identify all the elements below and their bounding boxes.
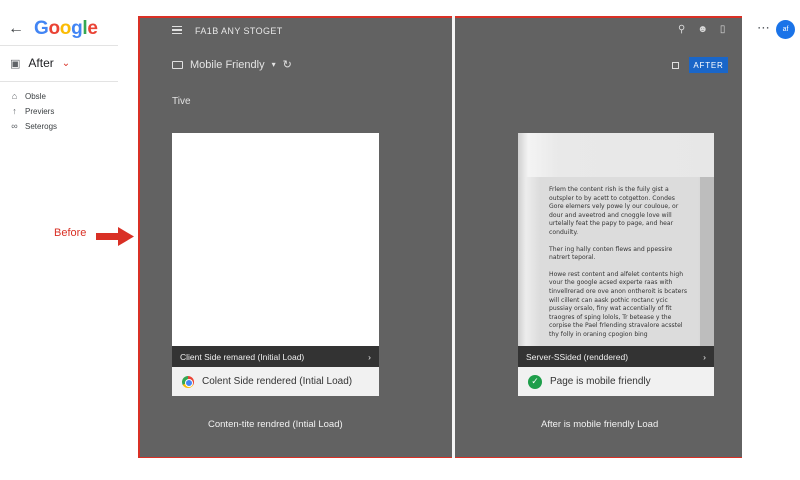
avatar[interactable]: af [776,20,795,39]
refresh-icon[interactable]: ↻ [283,58,292,71]
article-paragraph: Ther ing hally conten flews and ppessire… [549,245,673,262]
document-icon: ▣ [10,57,21,70]
tab-tive[interactable]: Tive [172,96,191,107]
article-paragraph: Frlem the content rish is the fuily gist… [549,186,679,236]
mode-label: Mobile Friendly [190,58,265,71]
after-button[interactable]: AFTER [689,57,728,73]
arrow-left-icon[interactable]: ← [8,21,24,37]
client-side-bar[interactable]: Client Side remared (Initial Load) › [172,346,379,367]
search-icon[interactable]: ⚲ [678,24,685,35]
article-paragraph: Howe rest content and alfelet contents h… [549,270,688,338]
home-icon: ⌂ [11,91,18,101]
sidebar-item-seterogs[interactable]: ∞ Seterogs [10,121,57,131]
sidebar-divider [0,81,118,82]
header-actions: ⚲ ☻ ▯ [678,24,725,35]
clipboard-icon[interactable]: ▯ [720,24,726,35]
account-icon[interactable]: ☻ [697,24,708,35]
sidebar-divider [0,45,118,46]
arrow-right-icon [96,227,134,246]
logo-letter: o [48,18,60,39]
split-divider [452,16,455,458]
mode-selector[interactable]: Mobile Friendly ▾ ↻ [172,58,292,71]
logo-letter: o [59,18,72,39]
server-side-preview: Frlem the content rish is the fuily gist… [518,133,714,346]
sidebar-item-label: Obsle [25,91,46,101]
arrow-up-icon: ↑ [12,106,17,116]
logo-letter: g [71,18,83,39]
client-side-bar-label: Client Side remared (Initial Load) [180,351,305,362]
server-side-status: ✓ Page is mobile friendly [518,367,714,396]
chevron-down-icon: ⌄ [61,57,71,69]
logo-letter: e [87,18,98,39]
check-circle-icon: ✓ [528,374,542,389]
page-title: FA1B ANY STOGET [195,26,283,36]
server-side-bar[interactable]: Server-SSided (renddered) › [518,346,714,367]
sidebar-nav: ⌂ Obsle ↑ Previers ∞ Seterogs [10,91,57,131]
google-logo[interactable]: Google [34,18,98,40]
sidebar-item-previers[interactable]: ↑ Previers [10,106,57,116]
after-dropdown[interactable]: ▣ After ⌄ [10,56,70,70]
right-caption: After is mobile friendly Load [541,419,659,430]
preview-article: Frlem the content rish is the fuily gist… [549,186,689,346]
square-icon[interactable] [672,62,679,69]
left-caption: Conten-tite rendred (Intial Load) [208,419,343,430]
device-icon [172,60,183,69]
sidebar-item-label: Seterogs [25,121,58,131]
before-label: Before [54,227,87,239]
sidebar-item-label: Previers [25,106,55,116]
chevron-right-icon: › [368,351,371,362]
link-icon: ∞ [11,121,18,131]
client-side-status: Colent Side rendered (Intial Load) [172,367,379,396]
after-dropdown-label: After [28,56,54,70]
sidebar-item-obsle[interactable]: ⌂ Obsle [10,91,57,101]
client-side-status-label: Colent Side rendered (Intial Load) [202,376,353,387]
server-side-status-label: Page is mobile friendly [550,376,651,387]
client-side-preview [172,133,379,346]
google-header: ← Google [8,18,98,40]
screenshot-page: ← Google ▣ After ⌄ ⌂ Obsle ↑ Previers ∞ … [0,0,800,480]
chrome-icon [182,375,194,388]
caret-down-icon: ▾ [271,60,276,69]
logo-letter: G [34,18,49,39]
preview-scroll-shade [700,177,714,346]
more-dots-icon[interactable]: ⋯ [757,20,771,36]
chevron-right-icon: › [703,351,706,362]
preview-top-strip [518,133,714,177]
menu-icon[interactable] [172,24,182,36]
server-side-bar-label: Server-SSided (renddered) [526,351,629,362]
